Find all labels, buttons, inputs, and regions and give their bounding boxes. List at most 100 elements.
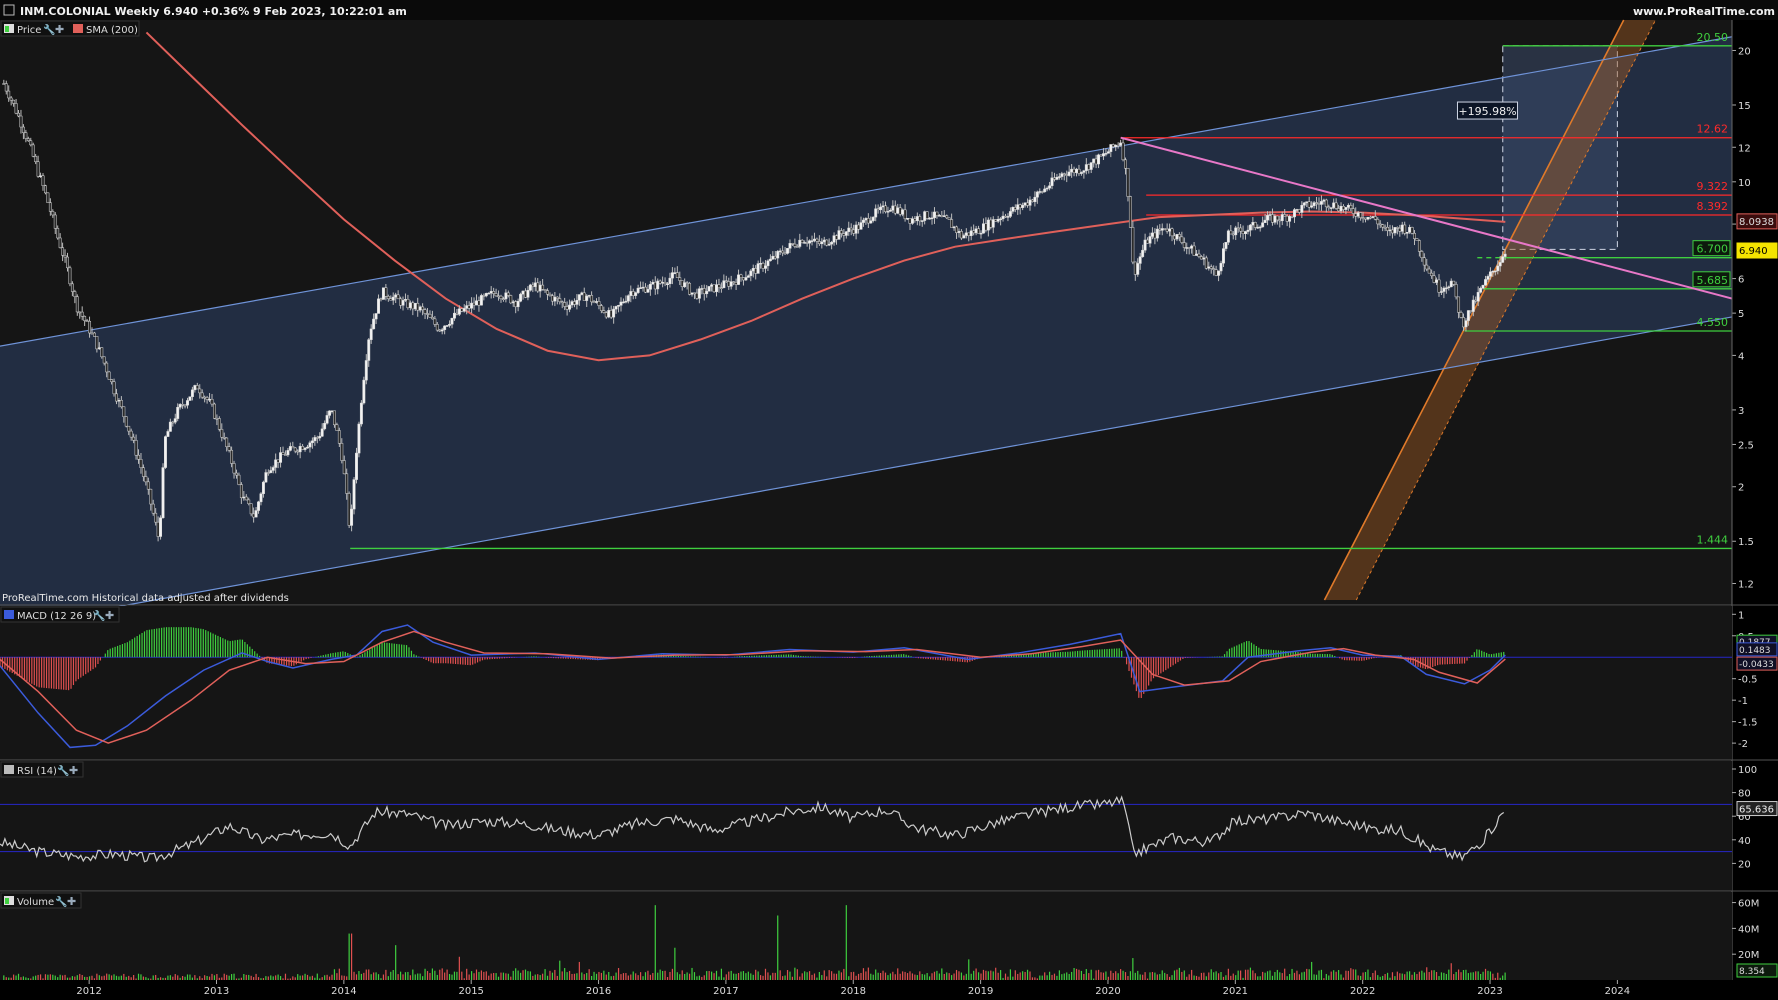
- candle-body: [959, 231, 963, 239]
- candle-body: [337, 430, 341, 444]
- candle-body: [1439, 291, 1443, 293]
- candle-body: [658, 280, 662, 284]
- candle-body: [1459, 312, 1463, 318]
- candle-body: [903, 209, 907, 220]
- candle-body: [183, 404, 187, 407]
- candle-body: [604, 312, 608, 318]
- wrench-icon[interactable]: 🔧: [55, 895, 67, 908]
- candle-body: [1038, 191, 1042, 193]
- candle-body: [1004, 215, 1007, 218]
- candle-body: [254, 510, 258, 518]
- candle-body: [1033, 196, 1037, 203]
- candle-body: [837, 230, 841, 240]
- candle-body: [896, 207, 900, 214]
- candle-body: [783, 252, 787, 255]
- candle-body: [220, 429, 224, 438]
- candle-body: [48, 202, 52, 212]
- candle-body: [1082, 170, 1086, 173]
- macd-legend[interactable]: MACD (12 26 9) 🔧 ✚: [0, 606, 120, 623]
- candle-body: [352, 479, 356, 510]
- candle-body: [1479, 288, 1483, 293]
- candle-body: [1300, 205, 1304, 213]
- candle-body: [1491, 271, 1495, 273]
- candle-body: [634, 292, 638, 296]
- candle-body: [1190, 245, 1194, 249]
- candle-body: [555, 296, 559, 299]
- candle-body: [4, 83, 8, 92]
- candle-body: [421, 306, 425, 311]
- candle-body: [1280, 214, 1284, 222]
- volume-legend[interactable]: Volume 🔧 ✚: [0, 892, 82, 909]
- candle-body: [95, 336, 99, 350]
- candle-body: [1408, 227, 1412, 233]
- candle-body: [41, 175, 45, 186]
- candle-body: [1013, 207, 1017, 210]
- candle-body: [261, 481, 265, 494]
- plus-icon[interactable]: ✚: [67, 895, 76, 908]
- candle-body: [1430, 272, 1434, 277]
- candle-body: [159, 517, 163, 537]
- candle-body: [399, 298, 403, 306]
- macd-tick-label: -0.5: [1738, 675, 1758, 686]
- candle-body: [39, 175, 43, 177]
- plus-icon[interactable]: ✚: [55, 23, 64, 36]
- candle-body: [1378, 223, 1382, 226]
- candle-body: [1187, 247, 1191, 249]
- brand-label: www.ProRealTime.com: [1633, 5, 1775, 18]
- candle-body: [435, 324, 439, 331]
- candle-body: [362, 379, 366, 404]
- candle-body: [920, 220, 924, 222]
- candle-body: [328, 410, 332, 416]
- time-tick-label: 2024: [1605, 986, 1630, 997]
- candle-body: [1175, 234, 1179, 240]
- candle-body: [129, 430, 133, 438]
- percent-annotation: +195.98%: [1456, 101, 1518, 120]
- candle-body: [132, 436, 136, 441]
- candle-body: [482, 295, 486, 297]
- price-tick-label: 2: [1738, 483, 1744, 494]
- candle-body: [1079, 172, 1083, 174]
- wrench-icon[interactable]: 🔧: [93, 609, 105, 622]
- candle-body: [249, 503, 253, 515]
- candle-body: [727, 281, 731, 287]
- candle-body: [1425, 264, 1429, 270]
- candle-body: [298, 446, 302, 453]
- candle-body: [982, 223, 985, 234]
- volume-tick-label: 60M: [1738, 899, 1759, 910]
- candle-body: [810, 240, 814, 242]
- candle-body: [639, 287, 643, 289]
- macd-value-label: -0.0433: [1739, 660, 1774, 670]
- candle-body: [888, 209, 892, 212]
- candle-body: [318, 435, 322, 439]
- macd-tick-label: -1: [1738, 696, 1748, 707]
- candle-body: [1212, 268, 1216, 270]
- wrench-icon[interactable]: 🔧: [57, 764, 69, 777]
- candle-body: [656, 280, 660, 290]
- candle-body: [1503, 253, 1507, 257]
- candle-body: [869, 220, 873, 224]
- rsi-legend[interactable]: RSI (14) 🔧 ✚: [0, 761, 84, 778]
- candle-body: [859, 222, 863, 230]
- candle-body: [190, 389, 194, 397]
- candle-body: [313, 437, 317, 442]
- candle-body: [1131, 227, 1135, 263]
- candle-body: [1388, 229, 1392, 232]
- plus-icon[interactable]: ✚: [105, 609, 114, 622]
- candle-body: [1449, 280, 1453, 288]
- candle-body: [707, 286, 711, 292]
- candle-body: [1075, 168, 1078, 173]
- candle-body: [857, 224, 861, 230]
- candle-body: [560, 301, 564, 303]
- candle-body: [1214, 269, 1218, 276]
- candle-body: [1319, 201, 1323, 205]
- wrench-icon[interactable]: 🔧: [43, 23, 55, 36]
- candle-body: [592, 301, 596, 304]
- candle-body: [1202, 257, 1206, 260]
- time-tick-label: 2021: [1223, 986, 1248, 997]
- candle-body: [264, 472, 268, 483]
- candle-body: [830, 242, 834, 245]
- candle-body: [979, 232, 983, 235]
- price-legend[interactable]: Price 🔧 ✚ SMA (200): [0, 20, 140, 37]
- candle-body: [526, 290, 530, 298]
- plus-icon[interactable]: ✚: [69, 764, 78, 777]
